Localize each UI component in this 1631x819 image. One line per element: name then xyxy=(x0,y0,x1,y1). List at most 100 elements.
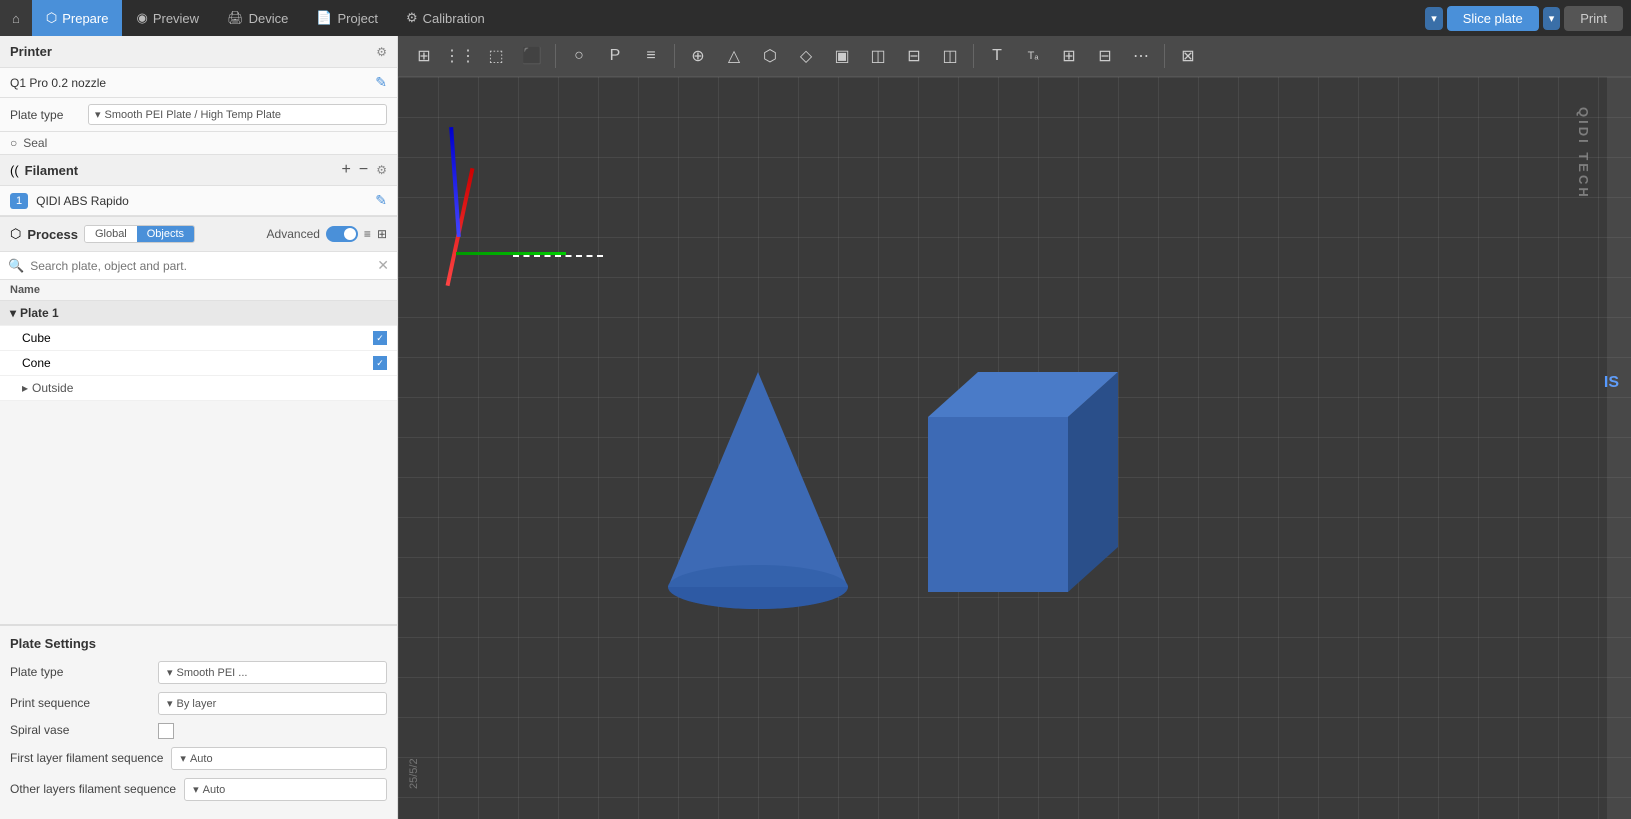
nav-project[interactable]: 📄 Project xyxy=(302,0,392,36)
search-icon: 🔍 xyxy=(8,258,24,274)
toolbar-btn-cross-sq[interactable]: ⊠ xyxy=(1172,42,1204,70)
chevron-down-icon: ▾ xyxy=(167,666,173,679)
setting-spiral-vase-checkbox[interactable] xyxy=(158,723,174,739)
toolbar-btn-split[interactable]: ◫ xyxy=(862,42,894,70)
slice-plate-button[interactable]: Slice plate xyxy=(1447,6,1539,31)
guide-line xyxy=(513,255,603,257)
setting-other-layers-dropdown[interactable]: ▾ Auto xyxy=(184,778,387,801)
top-nav: ⌂ ⬡ Prepare ◉ Preview 🖨 Device 📄 Project… xyxy=(0,0,1631,36)
toolbar-btn-grid2[interactable]: ⊞ xyxy=(1053,42,1085,70)
object-list: Name ▾ Plate 1 Cube Cone xyxy=(0,280,397,401)
toolbar-btn-move[interactable]: ⊕ xyxy=(682,42,714,70)
setting-first-layer-dropdown[interactable]: ▾ Auto xyxy=(171,747,387,770)
setting-print-sequence: Print sequence ▾ By layer xyxy=(10,692,387,715)
nav-device[interactable]: 🖨 Device xyxy=(213,0,302,36)
toolbar-btn-minus-sq[interactable]: ⊟ xyxy=(898,42,930,70)
toolbar-btn-p[interactable]: P xyxy=(599,42,631,70)
list-item-plate1[interactable]: ▾ Plate 1 xyxy=(0,301,397,326)
object-list-header: Name xyxy=(0,280,397,301)
filament-minus-icon[interactable]: − xyxy=(359,161,368,179)
printer-gear-icon[interactable]: ⚙ xyxy=(376,45,387,59)
list-view-icon[interactable]: ≡ xyxy=(364,227,371,241)
plate1-label: Plate 1 xyxy=(20,306,59,320)
viewport-inner: ⊞ ⋮⋮ ⬚ ⬛ ○ P ≡ ⊕ △ ⬡ ◇ ▣ ◫ ⊟ ◫ T Tₐ ⊞ xyxy=(398,36,1631,819)
nav-prepare[interactable]: ⬡ Prepare xyxy=(32,0,123,36)
nav-prepare-label: Prepare xyxy=(62,11,108,26)
search-input[interactable] xyxy=(30,259,371,273)
nav-home[interactable]: ⌂ xyxy=(0,0,32,36)
toolbar-btn-minus2[interactable]: ⊟ xyxy=(1089,42,1121,70)
toolbar-btn-text[interactable]: T xyxy=(981,42,1013,70)
filament-title-row: (( Filament xyxy=(10,163,78,178)
chevron-down-icon: ▾ xyxy=(180,752,186,765)
toolbar-btn-circle[interactable]: ○ xyxy=(563,42,595,70)
setting-print-seq-dropdown[interactable]: ▾ By layer xyxy=(158,692,387,715)
printer-title: Printer xyxy=(10,44,52,59)
tab-objects[interactable]: Objects xyxy=(137,226,194,242)
main-layout: Printer ⚙ Q1 Pro 0.2 nozzle ✎ Plate type… xyxy=(0,36,1631,819)
cone-checkbox[interactable] xyxy=(373,356,387,370)
seal-row: ○ Seal xyxy=(0,132,397,155)
toolbar-btn-add-shape[interactable]: ⊞ xyxy=(408,42,440,70)
list-item-cube[interactable]: Cube xyxy=(0,326,397,351)
scene-area[interactable]: QIDI TECH IS 25/5/2 xyxy=(398,77,1631,819)
seal-label: Seal xyxy=(23,136,47,150)
list-item-outside[interactable]: ▸ Outside xyxy=(0,376,397,401)
plate-type-dropdown[interactable]: ▾ Smooth PEI Plate / High Temp Plate xyxy=(88,104,387,125)
filament-add-icon[interactable]: + xyxy=(342,161,351,179)
nav-preview[interactable]: ◉ Preview xyxy=(122,0,213,36)
cube-label: Cube xyxy=(22,331,51,345)
filament-item[interactable]: 1 QIDI ABS Rapido ✎ xyxy=(0,186,397,216)
toolbar-btn-list[interactable]: ≡ xyxy=(635,42,667,70)
toolbar-btn-layout[interactable]: ⬚ xyxy=(480,42,512,70)
nav-device-label: Device xyxy=(249,11,289,26)
toolbar-btn-hex[interactable]: ⬡ xyxy=(754,42,786,70)
filament-item-left: 1 QIDI ABS Rapido xyxy=(10,193,129,209)
printer-section-header: Printer ⚙ xyxy=(0,36,397,68)
nav-preview-label: Preview xyxy=(153,11,199,26)
clear-icon[interactable]: ✕ xyxy=(377,257,389,274)
outside-left: ▸ Outside xyxy=(22,381,73,395)
toolbar-btn-dots[interactable]: ⋯ xyxy=(1125,42,1157,70)
printer-edit-icon[interactable]: ✎ xyxy=(375,74,387,91)
setting-plate-type-dropdown[interactable]: ▾ Smooth PEI ... xyxy=(158,661,387,684)
toolbar-btn-grid[interactable]: ⋮⋮ xyxy=(444,42,476,70)
advanced-toggle[interactable] xyxy=(326,226,358,242)
process-right: Advanced ≡ ⊞ xyxy=(267,226,387,242)
setting-plate-type: Plate type ▾ Smooth PEI ... xyxy=(10,661,387,684)
plate1-arrow-icon: ▾ xyxy=(10,306,16,320)
outside-arrow-icon: ▸ xyxy=(22,381,28,395)
toolbar-btn-split2[interactable]: ◫ xyxy=(934,42,966,70)
spacer xyxy=(0,401,397,624)
cube-checkbox[interactable] xyxy=(373,331,387,345)
ruler-right xyxy=(1607,77,1631,819)
grid-canvas xyxy=(398,77,1631,819)
filament-gear-icon[interactable]: ⚙ xyxy=(376,163,387,177)
print-button[interactable]: Print xyxy=(1564,6,1623,31)
advanced-label: Advanced xyxy=(267,227,320,241)
toolbar-btn-square[interactable]: ▣ xyxy=(826,42,858,70)
toolbar-btn-triangle[interactable]: △ xyxy=(718,42,750,70)
printer-select-row[interactable]: Q1 Pro 0.2 nozzle ✎ xyxy=(0,68,397,98)
setting-plate-type-label: Plate type xyxy=(10,665,150,681)
calibration-icon: ⚙ xyxy=(406,10,418,26)
filament-edit-icon[interactable]: ✎ xyxy=(375,192,387,209)
setting-print-seq-value: By layer xyxy=(177,698,217,710)
slice-dropdown-btn[interactable]: ▾ xyxy=(1425,7,1443,30)
setting-plate-type-value: Smooth PEI ... xyxy=(177,667,248,679)
plate1-left: ▾ Plate 1 xyxy=(10,306,59,320)
list-item-cone[interactable]: Cone xyxy=(0,351,397,376)
nav-calibration[interactable]: ⚙ Calibration xyxy=(392,0,499,36)
setting-other-layers-value: Auto xyxy=(203,784,226,796)
print-dropdown-btn[interactable]: ▾ xyxy=(1543,7,1561,30)
setting-other-layers-filament: Other layers filament sequence ▾ Auto xyxy=(10,778,387,801)
toolbar-btn-diamond[interactable]: ◇ xyxy=(790,42,822,70)
prepare-icon: ⬡ xyxy=(46,10,57,26)
tab-global[interactable]: Global xyxy=(85,226,137,242)
toolbar-btn-text2[interactable]: Tₐ xyxy=(1017,42,1049,70)
settings-view-icon[interactable]: ⊞ xyxy=(377,227,387,241)
nav-calibration-label: Calibration xyxy=(423,11,485,26)
toolbar-btn-view[interactable]: ⬛ xyxy=(516,42,548,70)
filament-title: Filament xyxy=(25,163,78,178)
filament-icon: (( xyxy=(10,163,19,178)
